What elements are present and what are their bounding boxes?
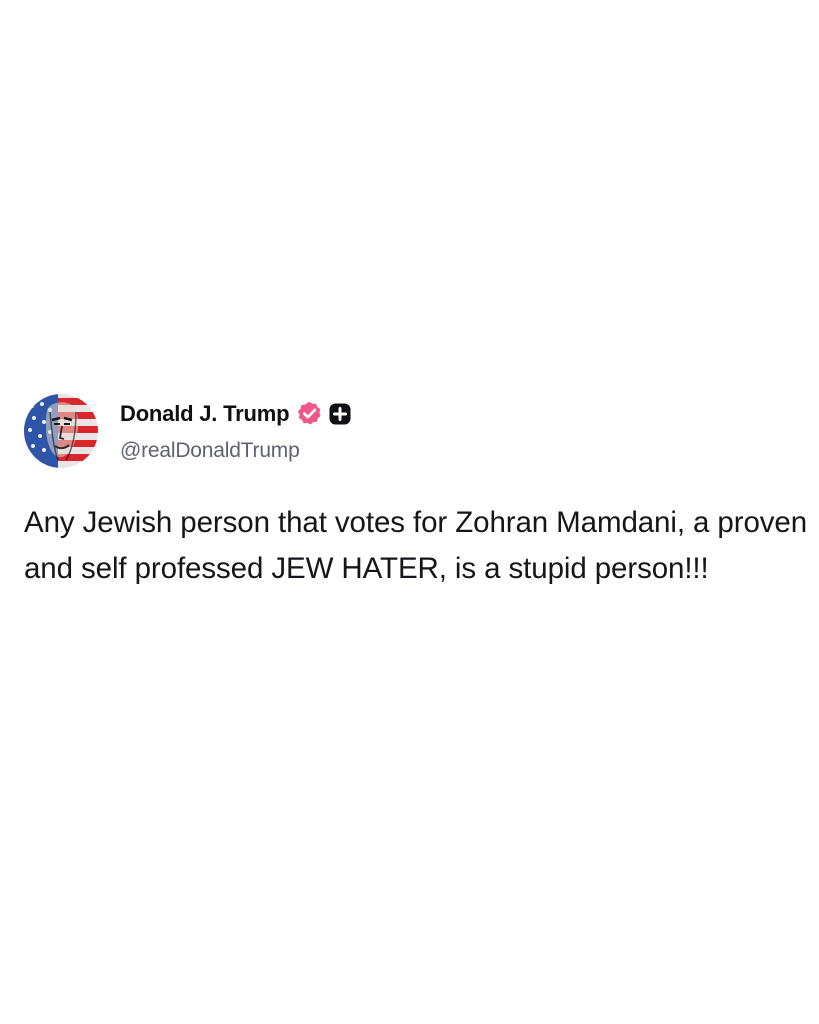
verified-badge-icon bbox=[296, 400, 323, 427]
post-card: Donald J. Trump @realDonaldTrump Any Jew… bbox=[24, 392, 814, 592]
plus-badge-icon bbox=[329, 403, 351, 425]
name-row: Donald J. Trump bbox=[120, 400, 351, 428]
post-text: Any Jewish person that votes for Zohran … bbox=[24, 506, 808, 585]
post-header: Donald J. Trump @realDonaldTrump bbox=[24, 392, 814, 470]
flag-portrait-avatar-icon bbox=[24, 394, 98, 468]
display-name[interactable]: Donald J. Trump bbox=[120, 401, 290, 427]
avatar[interactable] bbox=[24, 394, 98, 468]
author-names: Donald J. Trump @realDonaldTrump bbox=[120, 400, 351, 463]
author-handle[interactable]: @realDonaldTrump bbox=[120, 439, 351, 463]
